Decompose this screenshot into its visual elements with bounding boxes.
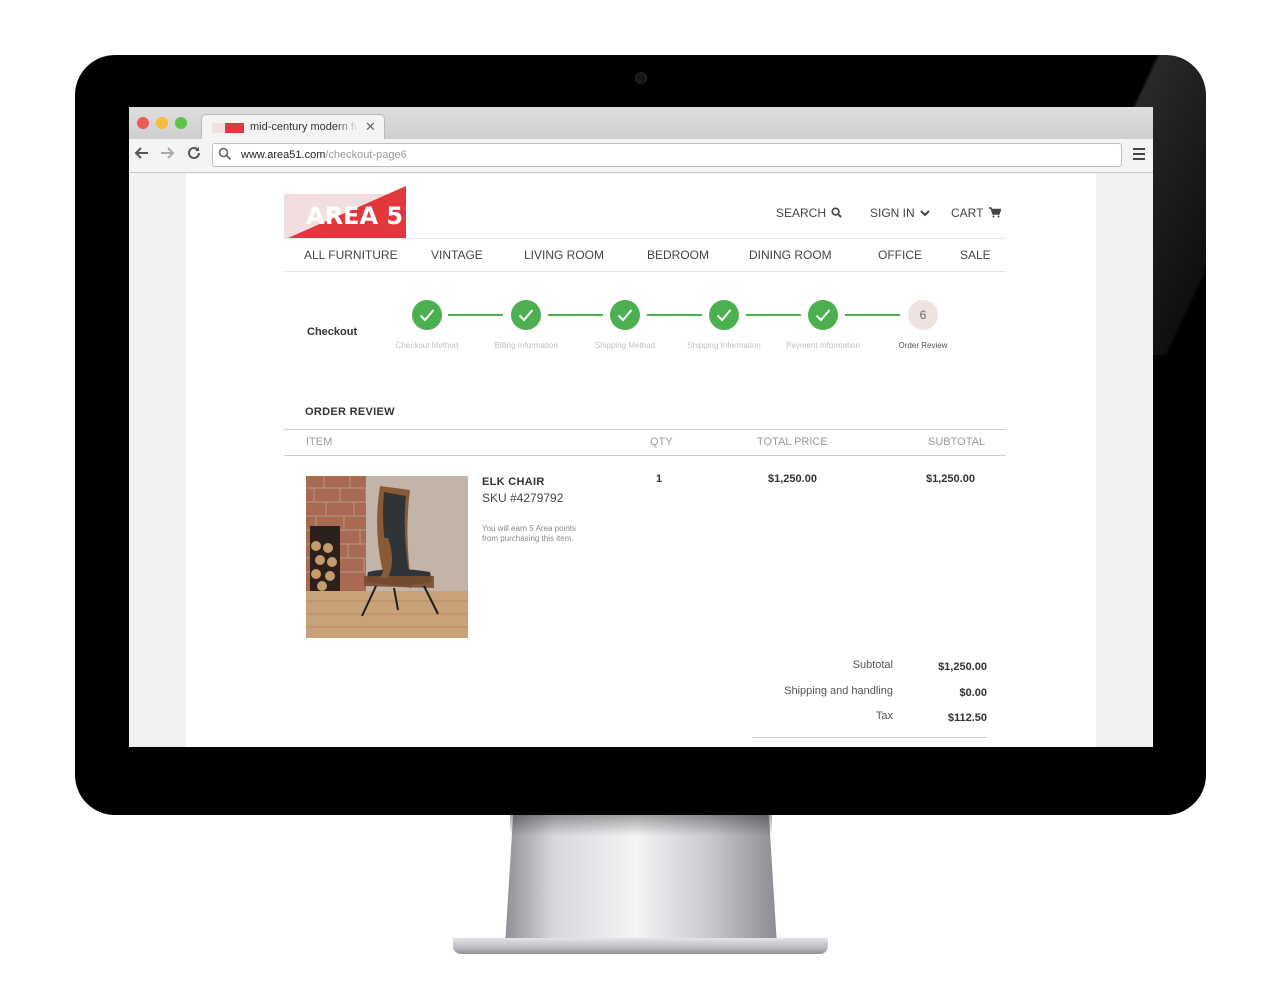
search-icon bbox=[831, 207, 843, 218]
nav-bedroom[interactable]: BEDROOM bbox=[647, 248, 709, 262]
window-zoom-button[interactable] bbox=[175, 117, 187, 129]
cart-link[interactable]: CART bbox=[951, 206, 1002, 220]
step-label: Shipping Information bbox=[687, 341, 761, 350]
item-subtotal: $1,250.00 bbox=[926, 473, 975, 485]
nav-living-room[interactable]: LIVING ROOM bbox=[524, 248, 604, 262]
monitor-stand-base bbox=[453, 938, 828, 954]
arrow-right-icon bbox=[161, 147, 175, 159]
checkout-heading: Checkout bbox=[307, 326, 358, 338]
chevron-down-icon bbox=[920, 210, 930, 217]
order-review-heading: ORDER REVIEW bbox=[305, 406, 395, 418]
cart-icon bbox=[988, 207, 1002, 218]
checkmark-icon bbox=[815, 309, 831, 322]
forward-button[interactable] bbox=[159, 145, 175, 166]
summary-divider bbox=[752, 737, 987, 738]
checkmark-icon bbox=[419, 309, 435, 322]
favicon-icon bbox=[212, 123, 244, 133]
step-2-billing-information[interactable] bbox=[511, 300, 541, 330]
url-text: www.area51.com/checkout-page6 bbox=[241, 149, 407, 161]
url-path: /checkout-page6 bbox=[325, 149, 407, 161]
step-connector bbox=[448, 314, 503, 316]
step-label: Order Review bbox=[898, 341, 948, 350]
address-bar[interactable]: www.area51.com/checkout-page6 bbox=[212, 143, 1122, 167]
url-host: www.area51.com bbox=[241, 149, 326, 161]
nav-office[interactable]: OFFICE bbox=[878, 248, 922, 262]
window-close-button[interactable] bbox=[137, 117, 149, 129]
summary-tax-value: $112.50 bbox=[947, 712, 987, 724]
browser-menu-icon[interactable] bbox=[1133, 148, 1145, 163]
step-3-shipping-method[interactable] bbox=[610, 300, 640, 330]
nav-all-furniture[interactable]: ALL FURNITURE bbox=[304, 248, 398, 262]
checkmark-icon bbox=[617, 309, 633, 322]
reload-button[interactable] bbox=[186, 145, 202, 166]
summary-tax-label: Tax bbox=[875, 710, 893, 722]
step-4-shipping-information[interactable] bbox=[709, 300, 739, 330]
main-nav: ALL FURNITURE VINTAGE LIVING ROOM BEDROO… bbox=[284, 238, 1006, 272]
monitor-stand-shadow bbox=[510, 814, 772, 836]
arrow-left-icon bbox=[134, 147, 148, 159]
tab-title: mid-century modern fur bbox=[250, 121, 358, 133]
sign-in-dropdown[interactable]: SIGN IN bbox=[870, 206, 930, 220]
product-sku: SKU #4279792 bbox=[482, 491, 564, 505]
nav-sale[interactable]: SALE bbox=[960, 248, 991, 262]
step-5-payment-information[interactable] bbox=[808, 300, 838, 330]
summary-subtotal-value: $1,250.00 bbox=[938, 661, 987, 673]
window-minimize-button[interactable] bbox=[156, 117, 168, 129]
nav-dining-room[interactable]: DINING ROOM bbox=[749, 248, 832, 262]
step-number: 6 bbox=[919, 308, 927, 322]
reload-icon bbox=[188, 146, 200, 159]
search-label: SEARCH bbox=[776, 206, 827, 220]
checkmark-icon bbox=[518, 309, 534, 322]
step-connector bbox=[548, 314, 603, 316]
webcam bbox=[635, 72, 647, 84]
search-icon bbox=[218, 147, 232, 161]
order-table-header: ITEM QTY TOTAL PRICE SUBTOTAL bbox=[284, 429, 1006, 456]
step-connector bbox=[746, 314, 801, 316]
item-qty: 1 bbox=[656, 473, 663, 485]
checkmark-icon bbox=[716, 309, 732, 322]
browser-tabbar: mid-century modern fur ✕ bbox=[129, 107, 1153, 139]
product-name[interactable]: ELK CHAIR bbox=[482, 476, 545, 488]
browser-tab[interactable]: mid-century modern fur ✕ bbox=[201, 114, 385, 139]
search-link[interactable]: SEARCH bbox=[776, 206, 843, 220]
item-total-price: $1,250.00 bbox=[768, 473, 817, 485]
web-page: AREA 51 SEARCH SIGN IN CART ALL FURNITUR… bbox=[186, 174, 1096, 747]
logo-text: AREA 51 bbox=[306, 202, 406, 230]
step-label: Checkout Method bbox=[395, 341, 459, 350]
column-header-subtotal: SUBTOTAL bbox=[928, 436, 986, 448]
step-1-checkout-method[interactable] bbox=[412, 300, 442, 330]
nav-vintage[interactable]: VINTAGE bbox=[431, 248, 483, 262]
summary-subtotal-label: Subtotal bbox=[852, 659, 893, 671]
step-connector bbox=[845, 314, 900, 316]
tab-close-icon[interactable]: ✕ bbox=[365, 119, 376, 135]
column-header-qty: QTY bbox=[650, 436, 673, 448]
browser-toolbar: www.area51.com/checkout-page6 bbox=[129, 139, 1153, 173]
summary-shipping-value: $0.00 bbox=[959, 687, 987, 699]
area51-logo[interactable]: AREA 51 bbox=[284, 186, 406, 238]
step-label: Billing Information bbox=[494, 341, 558, 350]
step-label: Shipping Method bbox=[594, 341, 656, 350]
summary-shipping-label: Shipping and handling bbox=[784, 685, 893, 697]
column-header-item: ITEM bbox=[306, 436, 333, 448]
step-label: Payment Information bbox=[786, 341, 860, 350]
sign-in-label: SIGN IN bbox=[870, 206, 915, 220]
back-button[interactable] bbox=[134, 145, 150, 166]
step-connector bbox=[647, 314, 702, 316]
step-6-order-review: 6 bbox=[908, 300, 938, 330]
reward-points-note: You will earn 5 Area points from purchas… bbox=[482, 524, 576, 543]
screen: mid-century modern fur ✕ www.area51.com/… bbox=[129, 107, 1153, 747]
product-image-elk-chair[interactable] bbox=[306, 476, 468, 638]
column-header-total-price: TOTAL PRICE bbox=[757, 436, 828, 448]
cart-label: CART bbox=[951, 206, 984, 220]
